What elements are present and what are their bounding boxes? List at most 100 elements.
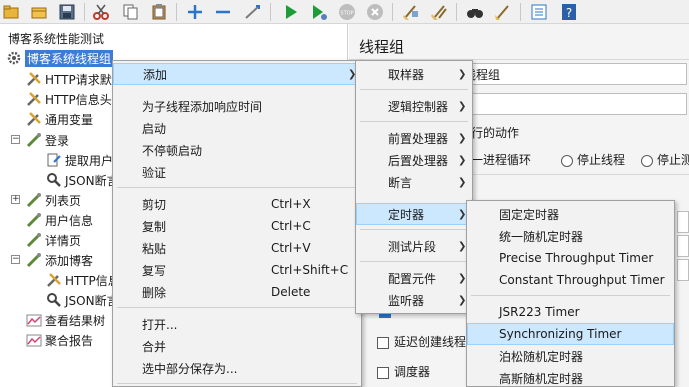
menu-item-logic-controller[interactable]: 逻辑控制器 ❯ <box>356 95 472 117</box>
menu-item-cut[interactable]: 剪切 Ctrl+X <box>113 193 361 215</box>
tree-node-thread-group[interactable]: 博客系统线程组 <box>6 48 114 68</box>
shutdown-icon[interactable] <box>364 1 386 23</box>
radio-stop-thread[interactable]: 停止线程 <box>561 151 625 168</box>
menu-item-label: 验证 <box>142 165 167 180</box>
menu-item-constant-throughput-timer[interactable]: Constant Throughput Timer <box>467 269 674 291</box>
pipette-icon <box>26 192 42 208</box>
help-icon[interactable]: ? <box>558 1 580 23</box>
menu-item-timer[interactable]: 定时器 ❯ <box>356 203 472 225</box>
name-field[interactable]: 线程组 <box>459 63 687 85</box>
menu-item-label: Synchronizing Timer <box>499 327 622 341</box>
tree-node-root[interactable]: 博客系统性能测试 <box>8 28 104 48</box>
ramp-up-field[interactable] <box>677 235 689 257</box>
scheduler-checkbox[interactable]: 调度器 <box>377 363 430 380</box>
start-no-pause-icon[interactable] <box>308 1 330 23</box>
menu-item-merge[interactable]: 合并 <box>113 335 361 357</box>
menu-item-poisson-random-timer[interactable]: 泊松随机定时器 <box>467 345 674 367</box>
tree-node-login[interactable]: 登录 <box>26 130 69 150</box>
copy-icon[interactable] <box>120 1 142 23</box>
menu-item-sampler[interactable]: 取样器 ❯ <box>356 63 472 85</box>
menu-item-constant-timer[interactable]: 固定定时器 <box>467 203 674 225</box>
tree-node-aggregate-report[interactable]: 聚合报告 <box>26 330 93 350</box>
tree-node-http-header-2[interactable]: HTTP信息 <box>46 270 120 290</box>
tree-node-label: 用户信息 <box>45 213 94 228</box>
search-icon[interactable] <box>464 1 486 23</box>
tree-node-user-variables[interactable]: 通用变量 <box>26 109 93 129</box>
menu-item-label: 添加 <box>143 67 168 82</box>
menu-item-gaussian-random-timer[interactable]: 高斯随机定时器 <box>467 367 674 387</box>
radio-stop-test[interactable]: 停止测 <box>641 151 689 168</box>
expand-icon[interactable]: + <box>11 195 20 204</box>
tree-node-http-defaults[interactable]: HTTP请求默 <box>26 69 112 89</box>
new-folder-icon[interactable] <box>0 1 22 23</box>
checkbox-icon <box>377 336 389 349</box>
tree-node-user-info[interactable]: 用户信息 <box>26 210 93 230</box>
menu-item-save-selection-as[interactable]: 选中部分保存为... <box>113 357 361 379</box>
delay-thread-creation-checkbox[interactable]: 延迟创建线程 <box>377 333 466 350</box>
menu-item-paste[interactable]: 粘贴 Ctrl+V <box>113 237 361 259</box>
menu-item-add-response-time[interactable]: 为子线程添加响应时间 <box>113 95 361 117</box>
menu-item-jsr223-timer[interactable]: JSR223 Timer <box>467 301 674 323</box>
menu-item-label: 为子线程添加响应时间 <box>142 99 263 114</box>
collapse-icon[interactable]: − <box>11 255 20 264</box>
menu-item-label: 删除 <box>142 285 167 300</box>
tree-node-add-blog[interactable]: 添加博客 <box>26 250 93 270</box>
menu-item-delete[interactable]: 删除 Delete <box>113 281 361 303</box>
add-icon[interactable] <box>184 1 206 23</box>
toolbar: STOP ? <box>0 0 689 24</box>
menu-item-label: 复制 <box>142 219 167 234</box>
menu-item-start-no-pause[interactable]: 不停顿启动 <box>113 139 361 161</box>
menu-item-label: 启动 <box>142 121 167 136</box>
menu-item-add[interactable]: 添加 ❯ <box>113 63 361 85</box>
menu-item-pre-processor[interactable]: 前置处理器 ❯ <box>356 127 472 149</box>
menu-item-config-element[interactable]: 配置元件 ❯ <box>356 267 472 289</box>
tree-node-list-page[interactable]: 列表页 <box>26 190 81 210</box>
comment-field[interactable] <box>459 93 687 115</box>
start-icon[interactable] <box>280 1 302 23</box>
timer-submenu: 固定定时器 统一随机定时器 Precise Throughput Timer C… <box>466 200 675 387</box>
menu-item-label: Constant Throughput Timer <box>499 273 665 287</box>
menu-item-start[interactable]: 启动 <box>113 117 361 139</box>
reset-search-icon[interactable] <box>492 1 514 23</box>
radio-icon <box>641 154 653 167</box>
tree-node-detail-page[interactable]: 详情页 <box>26 230 81 250</box>
menu-item-precise-throughput-timer[interactable]: Precise Throughput Timer <box>467 247 674 269</box>
tree-node-json-assertion-2[interactable]: JSON断言 <box>46 290 119 310</box>
menu-item-uniform-random-timer[interactable]: 统一随机定时器 <box>467 225 674 247</box>
remove-icon[interactable] <box>212 1 234 23</box>
cut-icon[interactable] <box>90 1 112 23</box>
menu-item-open[interactable]: 打开... <box>113 313 361 335</box>
save-icon[interactable] <box>56 1 78 23</box>
menu-separator <box>117 383 357 384</box>
threads-field[interactable] <box>677 211 689 233</box>
paste-icon[interactable] <box>148 1 170 23</box>
tree-node-extract-user[interactable]: 提取用户 <box>46 150 113 170</box>
menu-item-synchronizing-timer[interactable]: Synchronizing Timer <box>467 323 674 345</box>
tree-node-json-assertion[interactable]: JSON断言 <box>46 170 119 190</box>
clear-icon[interactable] <box>400 1 422 23</box>
toggle-icon[interactable] <box>242 1 264 23</box>
svg-text:?: ? <box>566 6 572 20</box>
function-helper-icon[interactable] <box>528 1 550 23</box>
tree-node-http-header[interactable]: HTTP信息头 <box>26 89 112 109</box>
menu-item-copy[interactable]: 复制 Ctrl+C <box>113 215 361 237</box>
menu-item-label: 不停顿启动 <box>142 143 203 158</box>
menu-item-post-processor[interactable]: 后置处理器 ❯ <box>356 149 472 171</box>
chevron-right-icon: ❯ <box>458 132 467 144</box>
stop-icon[interactable]: STOP <box>336 1 358 23</box>
menu-separator <box>360 121 468 122</box>
tree-node-view-results-tree[interactable]: 查看结果树 <box>26 310 105 330</box>
radio-stop-thread-label: 停止线程 <box>577 153 626 167</box>
tree-node-label: 博客系统性能测试 <box>8 31 105 46</box>
clear-all-icon[interactable] <box>428 1 450 23</box>
open-icon[interactable] <box>28 1 50 23</box>
collapse-icon[interactable]: − <box>11 135 20 144</box>
loop-count-field[interactable] <box>677 259 689 281</box>
menu-item-label: 监听器 <box>388 293 425 308</box>
menu-item-duplicate[interactable]: 复写 Ctrl+Shift+C <box>113 259 361 281</box>
menu-item-label: 合并 <box>142 339 167 354</box>
menu-item-test-fragment[interactable]: 测试片段 ❯ <box>356 235 472 257</box>
menu-item-validate[interactable]: 验证 <box>113 161 361 183</box>
menu-item-listener[interactable]: 监听器 ❯ <box>356 289 472 311</box>
menu-item-assertion[interactable]: 断言 ❯ <box>356 171 472 193</box>
